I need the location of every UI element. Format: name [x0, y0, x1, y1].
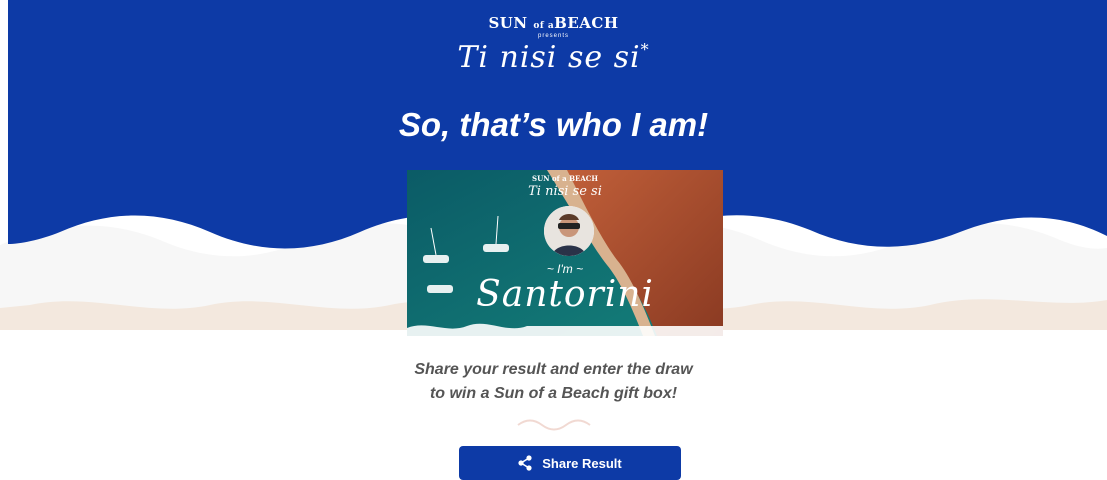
script-title: Ti nisi se si*: [0, 40, 1107, 75]
brand-beach: BEACH: [554, 14, 619, 32]
script-title-text: Ti nisi se si: [457, 40, 641, 75]
brand-name: SUN: [488, 14, 528, 32]
presents-label: presents: [537, 33, 569, 39]
avatar: [544, 206, 594, 256]
share-message-line-1: Share your result and enter the draw: [414, 361, 693, 378]
card-brand: SUN of a BEACH: [532, 174, 598, 183]
share-button-label: Share Result: [542, 455, 622, 471]
wave-divider: [517, 419, 591, 431]
share-icon: [518, 455, 532, 471]
share-result-button[interactable]: Share Result: [459, 446, 681, 480]
card-script-title: Ti nisi se si: [528, 184, 602, 199]
share-message: Share your result and enter the draw to …: [0, 358, 1107, 406]
brand-logo: SUN of aBEACH: [0, 14, 1107, 32]
star-mark: *: [640, 40, 650, 59]
destination-name: Santorini: [476, 274, 654, 315]
brand-of: of a: [533, 21, 555, 31]
page-title: So, that’s who I am!: [398, 106, 709, 143]
result-card-image: SUN of a BEACH Ti nisi se si ~ I'm ~ San…: [407, 170, 723, 336]
share-message-line-2: to win a Sun of a Beach gift box!: [429, 385, 678, 402]
